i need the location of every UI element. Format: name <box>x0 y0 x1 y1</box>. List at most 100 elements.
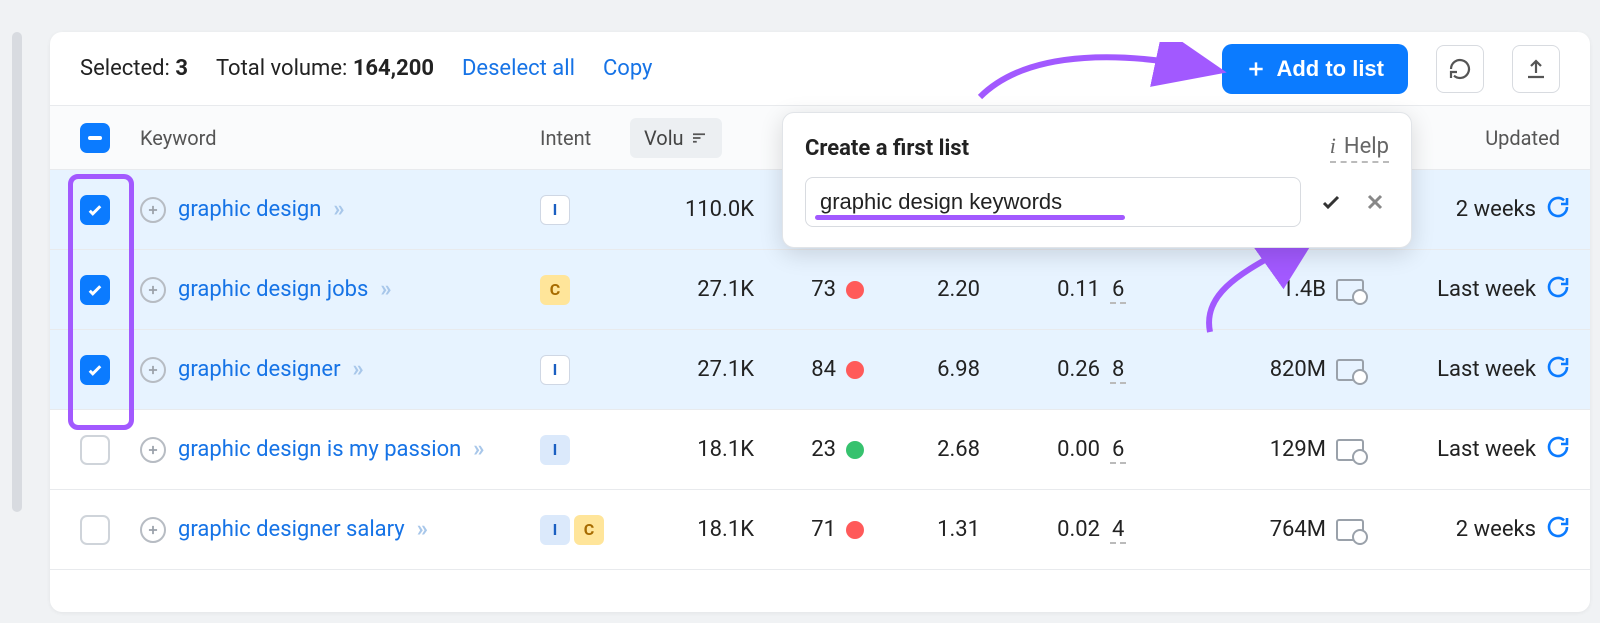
intent-badge: C <box>574 515 604 545</box>
column-keyword[interactable]: Keyword <box>140 126 540 150</box>
kd-value: 71 <box>811 517 836 542</box>
cpc-value: 2.68 <box>870 437 990 462</box>
updated-cell: Last week <box>1370 355 1570 385</box>
chevron-right-icon: » <box>380 277 387 302</box>
refresh-icon <box>1448 57 1472 81</box>
refresh-row-button[interactable] <box>1546 515 1570 545</box>
page-scrollbar[interactable] <box>12 32 22 512</box>
results-cell: 764M <box>1190 517 1370 542</box>
results-value: 129M <box>1270 437 1326 462</box>
create-list-popover: Create a first list i Help <box>782 112 1412 248</box>
serp-icon[interactable] <box>1336 519 1364 541</box>
cpc-value: 2.20 <box>870 277 990 302</box>
volume-value: 27.1K <box>630 357 770 382</box>
intent-cell: IC <box>540 515 630 545</box>
row-checkbox[interactable] <box>80 515 110 545</box>
intent-cell: C <box>540 275 630 305</box>
keyword-cell: graphic designer salary » <box>140 517 540 543</box>
updated-text: 2 weeks <box>1456 517 1536 542</box>
updated-text: Last week <box>1437 437 1536 462</box>
keyword-cell: graphic designer » <box>140 357 540 383</box>
expand-icon[interactable] <box>140 517 166 543</box>
keyword-cell: graphic design jobs » <box>140 277 540 303</box>
serp-features-count: 4 <box>1110 517 1190 542</box>
row-checkbox[interactable] <box>80 195 110 225</box>
intent-cell: I <box>540 195 630 225</box>
export-button[interactable] <box>1512 45 1560 93</box>
expand-icon[interactable] <box>140 197 166 223</box>
results-value: 764M <box>1270 517 1326 542</box>
plus-icon <box>1246 59 1266 79</box>
selected-label: Selected: <box>80 56 170 81</box>
updated-cell: 2 weeks <box>1370 515 1570 545</box>
chevron-right-icon: » <box>353 357 360 382</box>
column-intent[interactable]: Intent <box>540 126 630 150</box>
selected-value: 3 <box>175 56 188 81</box>
main-panel: Selected: 3 Total volume: 164,200 Desele… <box>50 32 1590 612</box>
info-icon: i <box>1330 133 1336 159</box>
sort-icon <box>690 129 708 147</box>
volume-value: 27.1K <box>630 277 770 302</box>
indeterminate-checkbox-icon <box>80 123 110 153</box>
kd-dot-icon <box>846 281 864 299</box>
selected-count: Selected: 3 <box>80 56 188 81</box>
serp-features-count: 6 <box>1110 437 1190 462</box>
serp-features-count: 8 <box>1110 357 1190 382</box>
kd-value: 84 <box>811 357 836 382</box>
kd-value: 23 <box>811 437 836 462</box>
refresh-row-button[interactable] <box>1546 195 1570 225</box>
intent-badge: I <box>540 435 570 465</box>
kd-cell: 84 <box>770 357 870 382</box>
table-row: graphic designer salary»IC18.1K711.310.0… <box>50 490 1590 570</box>
deselect-all-link[interactable]: Deselect all <box>462 56 575 81</box>
cancel-button[interactable] <box>1361 188 1389 216</box>
serp-features-count: 6 <box>1110 277 1190 302</box>
expand-icon[interactable] <box>140 437 166 463</box>
intent-badge: C <box>540 275 570 305</box>
add-to-list-label: Add to list <box>1276 56 1384 82</box>
keyword-link[interactable]: graphic designer salary <box>178 517 405 542</box>
copy-link[interactable]: Copy <box>603 56 653 81</box>
export-icon <box>1524 57 1548 81</box>
expand-icon[interactable] <box>140 277 166 303</box>
intent-badge: I <box>540 195 570 225</box>
confirm-button[interactable] <box>1317 188 1345 216</box>
close-icon <box>1363 190 1387 214</box>
help-link[interactable]: i Help <box>1330 133 1389 163</box>
expand-icon[interactable] <box>140 357 166 383</box>
keyword-link[interactable]: graphic designer <box>178 357 341 382</box>
chevron-right-icon: » <box>473 437 480 462</box>
row-checkbox[interactable] <box>80 355 110 385</box>
keyword-link[interactable]: graphic design jobs <box>178 277 368 302</box>
serp-icon[interactable] <box>1336 359 1364 381</box>
results-cell: 1.4B <box>1190 277 1370 302</box>
add-to-list-button[interactable]: Add to list <box>1222 44 1408 94</box>
results-value: 820M <box>1270 357 1326 382</box>
row-checkbox[interactable] <box>80 435 110 465</box>
column-volume[interactable]: Volu <box>630 118 770 158</box>
intent-cell: I <box>540 355 630 385</box>
refresh-row-button[interactable] <box>1546 275 1570 305</box>
kd-dot-icon <box>846 441 864 459</box>
refresh-row-button[interactable] <box>1546 355 1570 385</box>
volume-value: 18.1K <box>630 517 770 542</box>
chevron-right-icon: » <box>417 517 424 542</box>
com-value: 0.02 <box>990 517 1110 542</box>
keyword-link[interactable]: graphic design is my passion <box>178 437 461 462</box>
serp-icon[interactable] <box>1336 279 1364 301</box>
table-row: graphic design jobs»C27.1K732.200.1161.4… <box>50 250 1590 330</box>
keyword-link[interactable]: graphic design <box>178 197 321 222</box>
kd-cell: 73 <box>770 277 870 302</box>
toolbar: Selected: 3 Total volume: 164,200 Desele… <box>50 32 1590 106</box>
serp-icon[interactable] <box>1336 439 1364 461</box>
total-value: 164,200 <box>353 56 434 81</box>
refresh-row-button[interactable] <box>1546 435 1570 465</box>
header-checkbox[interactable] <box>80 123 140 153</box>
intent-badge: I <box>540 515 570 545</box>
updated-cell: Last week <box>1370 435 1570 465</box>
results-cell: 820M <box>1190 357 1370 382</box>
row-checkbox[interactable] <box>80 275 110 305</box>
chevron-right-icon: » <box>333 197 340 222</box>
total-label: Total volume: <box>216 56 347 81</box>
refresh-button[interactable] <box>1436 45 1484 93</box>
